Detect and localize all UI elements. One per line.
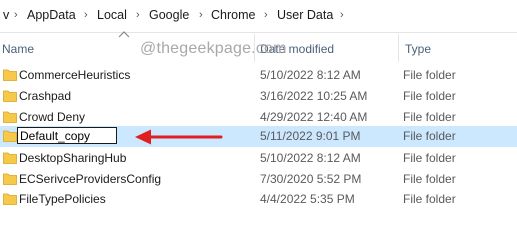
file-type: File folder	[403, 172, 456, 186]
list-item[interactable]: ECSerivceProvidersConfig 7/30/2020 5:52 …	[0, 169, 517, 190]
breadcrumb-item-google[interactable]: Google	[149, 8, 189, 22]
folder-icon	[3, 130, 17, 142]
file-date-modified: 3/16/2022 10:25 AM	[260, 89, 368, 103]
folder-icon	[3, 111, 17, 123]
file-date-modified: 5/10/2022 8:12 AM	[260, 68, 361, 82]
breadcrumb-item-user-data[interactable]: User Data	[277, 8, 333, 22]
file-name: Crowd Deny	[19, 110, 86, 124]
breadcrumb-item-chrome[interactable]: Chrome	[211, 8, 255, 22]
list-item-selected[interactable]: 5/11/2022 9:01 PM File folder	[0, 126, 517, 147]
column-divider[interactable]	[398, 34, 399, 62]
folder-icon	[3, 173, 17, 185]
red-arrow-icon	[135, 129, 223, 145]
file-date-modified: 5/11/2022 9:01 PM	[260, 129, 361, 143]
breadcrumb-item-truncated[interactable]: v	[3, 8, 9, 22]
file-name: DesktopSharingHub	[19, 151, 127, 165]
list-item[interactable]: FileTypePolicies 4/4/2022 5:35 PM File f…	[0, 189, 517, 210]
file-type: File folder	[403, 192, 456, 206]
file-type: File folder	[403, 129, 456, 143]
rename-input[interactable]	[17, 127, 117, 144]
list-item[interactable]: Crowd Deny 4/29/2022 12:40 AM File folde…	[0, 107, 517, 128]
file-date-modified: 5/10/2022 8:12 AM	[260, 151, 361, 165]
chevron-right-icon[interactable]: ›	[136, 9, 140, 21]
chevron-right-icon[interactable]: ›	[14, 9, 18, 21]
file-date-modified: 4/4/2022 5:35 PM	[260, 192, 355, 206]
chevron-right-icon[interactable]: ›	[199, 9, 203, 21]
watermark-text: @thegeekpage.com	[140, 40, 287, 57]
sort-ascending-icon	[118, 31, 130, 38]
chevron-right-icon[interactable]: ›	[84, 9, 88, 21]
breadcrumb-item-local[interactable]: Local	[97, 8, 127, 22]
file-date-modified: 4/29/2022 12:40 AM	[260, 110, 368, 124]
file-type: File folder	[403, 110, 456, 124]
list-item[interactable]: DesktopSharingHub 5/10/2022 8:12 AM File…	[0, 148, 517, 169]
list-item[interactable]: Crashpad 3/16/2022 10:25 AM File folder	[0, 86, 517, 107]
column-header-name[interactable]: Name	[2, 42, 34, 56]
file-name: ECSerivceProvidersConfig	[19, 172, 162, 186]
file-type: File folder	[403, 89, 456, 103]
file-type: File folder	[403, 151, 456, 165]
chevron-right-icon[interactable]: ›	[340, 9, 344, 21]
file-type: File folder	[403, 68, 456, 82]
file-name: FileTypePolicies	[19, 192, 106, 206]
folder-icon	[3, 69, 17, 81]
column-header-type[interactable]: Type	[405, 42, 431, 56]
folder-icon	[3, 193, 17, 205]
breadcrumb: v › AppData › Local › Google › Chrome › …	[0, 0, 517, 33]
chevron-right-icon[interactable]: ›	[264, 9, 268, 21]
file-name: Crashpad	[19, 89, 72, 103]
folder-icon	[3, 152, 17, 164]
list-item[interactable]: CommerceHeuristics 5/10/2022 8:12 AM Fil…	[0, 65, 517, 86]
file-date-modified: 7/30/2020 5:52 PM	[260, 172, 362, 186]
breadcrumb-item-appdata[interactable]: AppData	[27, 8, 76, 22]
folder-icon	[3, 90, 17, 102]
file-name: CommerceHeuristics	[19, 68, 131, 82]
